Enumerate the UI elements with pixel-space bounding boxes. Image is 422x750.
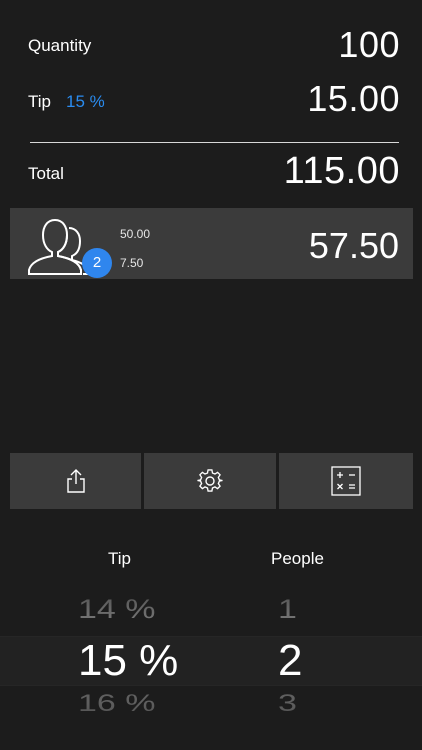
tip-option-selected[interactable]: 15 % xyxy=(78,636,178,686)
total-label: Total xyxy=(28,164,64,183)
tip-picker-header: Tip xyxy=(108,549,131,568)
people-option-selected[interactable]: 2 xyxy=(278,636,302,686)
calculator-icon xyxy=(331,466,361,496)
tip-row[interactable]: Tip 15 % 15.00 xyxy=(0,78,422,128)
per-person-card[interactable]: 2 50.00 7.50 57.50 xyxy=(10,208,413,279)
total-value: 115.00 xyxy=(283,150,400,192)
tip-option-below[interactable]: 16 % xyxy=(78,690,156,717)
people-option-below[interactable]: 3 xyxy=(278,690,297,717)
tip-option-above[interactable]: 14 % xyxy=(78,594,156,625)
share-base-amount: 50.00 xyxy=(120,227,151,241)
people-count-badge: 2 xyxy=(82,248,112,278)
share-icon xyxy=(66,469,85,493)
total-row: Total 115.00 xyxy=(0,150,422,200)
settings-button[interactable] xyxy=(144,453,276,509)
calculator-button[interactable] xyxy=(279,453,413,509)
share-tip-amount: 7.50 xyxy=(120,256,144,270)
quantity-label: Quantity xyxy=(28,36,92,55)
picker-selection-band xyxy=(0,636,422,686)
tip-percent: 15 % xyxy=(66,92,105,111)
tip-label: Tip xyxy=(28,92,51,111)
people-option-above[interactable]: 1 xyxy=(278,594,297,625)
quantity-value[interactable]: 100 xyxy=(338,24,400,66)
people-picker-header: People xyxy=(271,549,324,568)
gear-icon xyxy=(197,469,223,492)
tip-amount: 15.00 xyxy=(307,78,400,119)
action-toolbar xyxy=(10,453,413,509)
per-person-total: 57.50 xyxy=(308,225,399,266)
share-button[interactable] xyxy=(10,453,141,509)
quantity-row[interactable]: Quantity 100 xyxy=(0,22,422,72)
total-divider xyxy=(30,142,399,143)
